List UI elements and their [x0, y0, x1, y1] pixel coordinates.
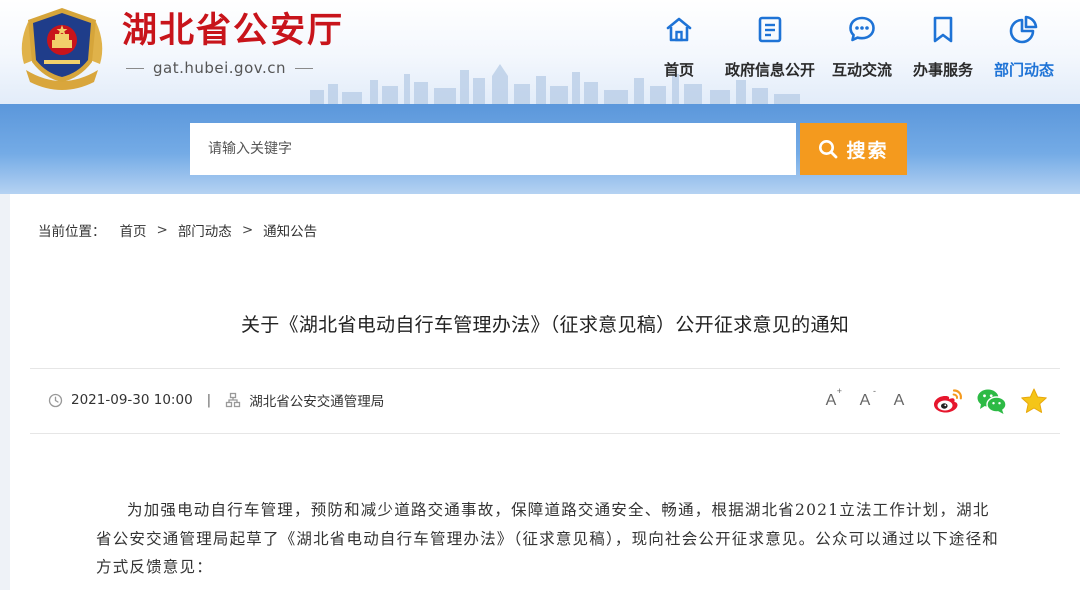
- article-body: 为加强电动自行车管理，预防和减少道路交通事故，保障道路交通安全、畅通，根据湖北省…: [96, 501, 1000, 576]
- breadcrumb-separator: >: [156, 222, 168, 238]
- nav-item-services[interactable]: 办事服务: [907, 10, 979, 90]
- nav-item-gov-info[interactable]: 政府信息公开: [719, 10, 821, 90]
- nav-item-home[interactable]: 首页: [655, 10, 703, 90]
- divider: [30, 433, 1060, 434]
- font-reset-button[interactable]: A: [886, 387, 912, 415]
- breadcrumb: 当前位置： 首页 > 部门动态 > 通知公告: [38, 220, 317, 240]
- clock-icon: [48, 393, 63, 407]
- font-decrease-button[interactable]: A -: [852, 386, 878, 415]
- publish-datetime: 2021-09-30 10:00: [71, 392, 193, 408]
- nav-label: 部门动态: [993, 61, 1054, 79]
- nav-item-interaction[interactable]: 互动交流: [826, 10, 898, 90]
- font-button-modifier: +: [836, 386, 842, 396]
- article-tools: A + A - A: [818, 384, 1048, 418]
- article-source: 湖北省公安交通管理局: [249, 394, 385, 410]
- nav-label: 互动交流: [831, 61, 892, 79]
- font-button-modifier: -: [873, 386, 876, 396]
- breadcrumb-label: 当前位置：: [38, 224, 106, 240]
- search-button-label: 搜索: [846, 139, 889, 162]
- nav-label: 政府信息公开: [724, 61, 815, 79]
- font-button-label: A: [893, 392, 905, 409]
- home-icon: [666, 17, 692, 42]
- weibo-icon[interactable]: [932, 387, 964, 415]
- search-icon: [819, 140, 838, 159]
- article-card: 当前位置： 首页 > 部门动态 > 通知公告 关于《湖北省电动自行车管理办法》（…: [10, 194, 1080, 590]
- site-header: 湖北省公安厅 gat.hubei.gov.cn 首页 政府信息公开 互动交流 办…: [0, 0, 1080, 104]
- breadcrumb-item-notices[interactable]: 通知公告: [263, 220, 317, 240]
- breadcrumb-item-dept-news[interactable]: 部门动态: [178, 220, 232, 240]
- wechat-icon[interactable]: [976, 387, 1008, 415]
- pie-chart-icon: [1009, 15, 1038, 44]
- breadcrumb-item-home[interactable]: 首页: [120, 220, 147, 240]
- favorite-star-icon[interactable]: [1020, 387, 1048, 415]
- article-title: 关于《湖北省电动自行车管理办法》（征求意见稿）公开征求意见的通知: [240, 314, 850, 336]
- search-input[interactable]: [190, 123, 796, 175]
- font-button-label: A: [825, 392, 837, 409]
- department-icon: [226, 392, 241, 408]
- main-nav: 首页 政府信息公开 互动交流 办事服务 部门动态: [0, 10, 1080, 90]
- font-button-label: A: [859, 392, 871, 409]
- font-increase-button[interactable]: A +: [818, 386, 844, 415]
- article-meta: 2021-09-30 10:00 | 湖北省公安交通管理局: [48, 390, 384, 410]
- meta-separator: |: [206, 392, 212, 408]
- document-icon: [758, 16, 782, 43]
- nav-label: 办事服务: [912, 61, 973, 79]
- nav-item-dept-news[interactable]: 部门动态: [988, 10, 1060, 90]
- search-button[interactable]: 搜索: [800, 123, 907, 175]
- chat-bubble-icon: [849, 16, 875, 42]
- breadcrumb-separator: >: [241, 222, 254, 238]
- bookmark-icon: [933, 16, 953, 43]
- divider: [30, 368, 1060, 369]
- nav-label: 首页: [663, 61, 694, 79]
